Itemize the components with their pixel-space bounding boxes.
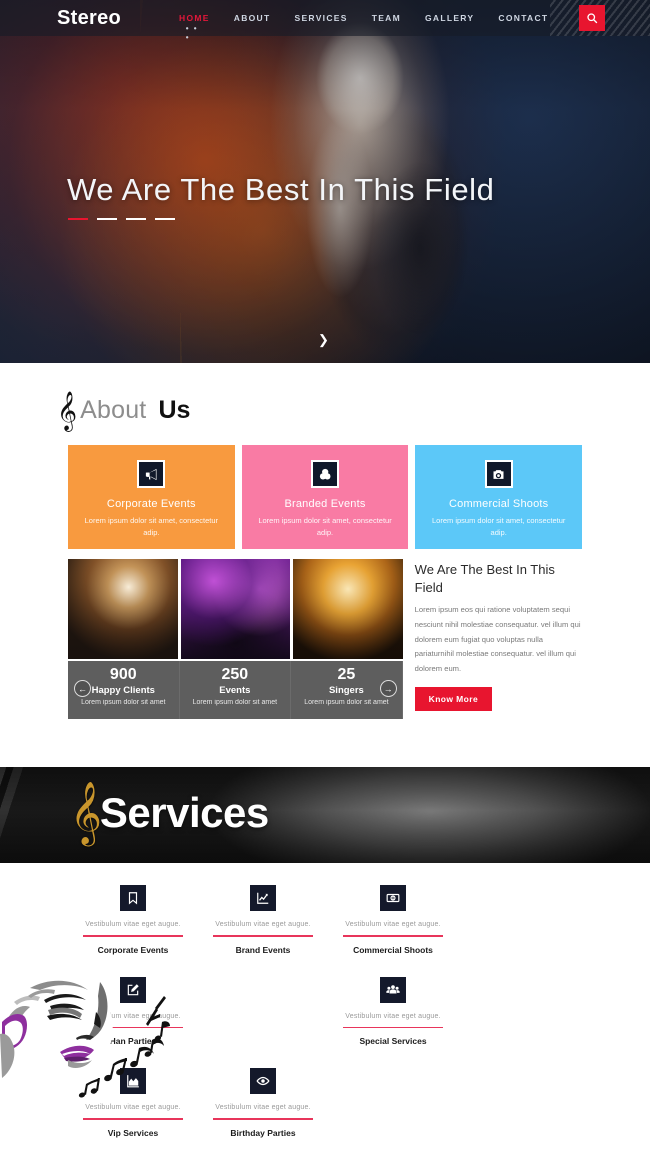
service-divider	[343, 935, 443, 937]
hero-section: Stereo HOME • • • ABOUT SERVICES TEAM GA…	[0, 0, 650, 363]
service-desc: Vestibulum vitae eget augue.	[345, 1012, 441, 1020]
service-divider	[83, 1026, 183, 1029]
service-desc: Vestibulum vitae eget augue.	[85, 1012, 181, 1020]
nav-item-gallery[interactable]: GALLERY	[423, 10, 476, 26]
main-nav: HOME • • • ABOUT SERVICES TEAM GALLERY C…	[177, 10, 550, 42]
service-name: Han Parties	[109, 1036, 157, 1047]
services-section: Vestibulum vitae eget augue. Corporate E…	[0, 863, 650, 1138]
service-han-parties[interactable]: Vestibulum vitae eget augue. Han Parties	[68, 976, 198, 1047]
about-heading: 𝄞 About Us	[0, 363, 650, 445]
card-title: Branded Events	[284, 498, 366, 510]
service-name: Brand Events	[235, 944, 291, 955]
service-name: Commercial Shoots	[353, 944, 433, 955]
about-text-column: We Are The Best In This Field Lorem ipsu…	[414, 559, 582, 719]
know-more-button[interactable]: Know More	[414, 687, 493, 712]
chevron-down-icon[interactable]: ❯	[318, 333, 329, 346]
dash-white-2	[126, 218, 146, 220]
service-desc: Vestibulum vitae eget augue.	[85, 921, 181, 928]
card-commercial-shoots[interactable]: Commercial Shoots Lorem ipsum dolor sit …	[415, 445, 583, 549]
counters-strip: 900 Happy Clients Lorem ipsum dolor sit …	[68, 661, 403, 719]
gallery-thumb-3[interactable]	[293, 559, 403, 659]
service-name: Special Services	[359, 1036, 427, 1047]
service-special-services[interactable]: Vestibulum vitae eget augue. Special Ser…	[328, 976, 458, 1047]
about-gallery-column: 900 Happy Clients Lorem ipsum dolor sit …	[68, 559, 403, 719]
service-name: Vip Services	[107, 1127, 159, 1138]
service-desc: Vestibulum vitae eget augue.	[345, 921, 441, 928]
eye-icon	[250, 1068, 276, 1095]
camera-icon	[484, 460, 513, 488]
counter-sub: Lorem ipsum dolor sit amet	[304, 698, 389, 706]
treble-clef-icon: 𝄞	[70, 783, 102, 843]
carousel-next-button[interactable]: →	[379, 680, 397, 697]
users-icon	[380, 976, 406, 1003]
nav-item-home-label: HOME	[179, 13, 210, 23]
services-heading: 𝄞 Services	[70, 783, 269, 843]
services-grid: Vestibulum vitae eget augue. Corporate E…	[0, 885, 650, 1160]
service-desc: Vestibulum vitae eget augue.	[85, 1104, 181, 1112]
card-title: Corporate Events	[106, 498, 196, 510]
about-heading-bold: Us	[158, 396, 191, 424]
service-name: Birthday Parties	[230, 1127, 296, 1138]
service-divider	[83, 935, 183, 937]
card-text: Lorem ipsum dolor sit amet, consectetur …	[258, 516, 392, 537]
counter-sub: Lorem ipsum dolor sit amet	[192, 698, 278, 706]
service-divider	[343, 1026, 443, 1029]
service-divider	[83, 1118, 183, 1120]
about-cards: Corporate Events Lorem ipsum dolor sit a…	[0, 445, 650, 549]
nav-item-contact[interactable]: CONTACT	[496, 10, 550, 26]
site-logo[interactable]: Stereo	[57, 8, 121, 28]
counter-label: Events	[219, 684, 251, 696]
top-navigation-bar: Stereo HOME • • • ABOUT SERVICES TEAM GA…	[0, 0, 650, 42]
dash-white-3	[155, 218, 175, 220]
service-name: Corporate Events	[97, 944, 169, 955]
gallery-thumbnails	[68, 559, 403, 659]
card-corporate-events[interactable]: Corporate Events Lorem ipsum dolor sit a…	[68, 445, 235, 549]
hero-divider-dashes	[68, 218, 175, 220]
area-chart-icon	[120, 1068, 146, 1095]
nav-item-services[interactable]: SERVICES	[292, 10, 349, 26]
hero-title: We Are The Best In This Field	[67, 172, 495, 207]
carousel-prev-button[interactable]: ←	[74, 680, 91, 697]
nav-item-home[interactable]: HOME • • •	[177, 10, 212, 42]
dash-red	[68, 218, 88, 220]
service-desc: Vestibulum vitae eget augue.	[215, 1104, 311, 1112]
megaphone-icon	[137, 460, 166, 488]
gallery-thumb-2[interactable]	[180, 559, 291, 659]
about-right-title: We Are The Best In This Field	[414, 562, 555, 595]
counter-events: 250 Events Lorem ipsum dolor sit amet	[179, 661, 292, 719]
nav-active-dots: • • •	[185, 24, 199, 42]
chart-line-icon	[250, 885, 276, 911]
gallery-thumb-1[interactable]	[68, 559, 178, 659]
service-corporate-events[interactable]: Vestibulum vitae eget augue. Corporate E…	[68, 885, 198, 955]
service-brand-events[interactable]: Vestibulum vitae eget augue. Brand Event…	[198, 885, 328, 955]
card-title: Commercial Shoots	[448, 498, 549, 510]
nav-item-about[interactable]: ABOUT	[232, 10, 273, 26]
treble-clef-icon: 𝄞	[57, 391, 78, 430]
services-title: Services	[99, 789, 269, 836]
about-section: 𝄞 About Us Corporate Events Lorem ipsum …	[0, 363, 650, 743]
service-divider	[213, 935, 313, 937]
counter-sub: Lorem ipsum dolor sit amet	[81, 698, 166, 706]
service-commercial-shoots[interactable]: Vestibulum vitae eget augue. Commercial …	[328, 885, 458, 955]
layers-icon	[311, 460, 339, 488]
services-banner: 𝄞 Services	[0, 767, 650, 863]
counter-number: 250	[221, 666, 249, 683]
about-body: 900 Happy Clients Lorem ipsum dolor sit …	[0, 549, 650, 719]
service-desc: Vestibulum vitae eget augue.	[215, 921, 311, 928]
service-divider	[213, 1118, 313, 1120]
edit-icon	[120, 976, 146, 1003]
dash-white-1	[97, 218, 117, 220]
bookmark-icon	[120, 885, 146, 911]
search-icon	[587, 13, 598, 24]
search-button[interactable]	[579, 5, 605, 31]
card-text: Lorem ipsum dolor sit amet, consectetur …	[84, 516, 219, 537]
nav-item-team[interactable]: TEAM	[370, 10, 403, 26]
card-text: Lorem ipsum dolor sit amet, consectetur …	[431, 516, 566, 537]
card-branded-events[interactable]: Branded Events Lorem ipsum dolor sit ame…	[241, 445, 409, 549]
money-icon	[380, 885, 406, 911]
about-heading-light: About	[80, 396, 147, 424]
about-right-text: Lorem ipsum eos qui ratione voluptatem s…	[414, 605, 581, 674]
